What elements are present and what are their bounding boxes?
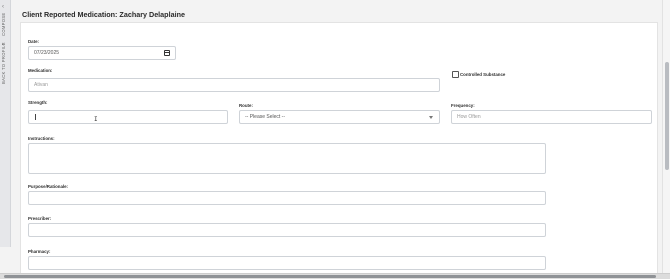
frequency-label: Frequency: [451,103,475,108]
medication-input[interactable]: Ativan [28,78,440,92]
frequency-input[interactable]: How Often [451,110,652,124]
text-caret [35,114,36,120]
frequency-placeholder: How Often [457,114,481,120]
prescriber-input[interactable] [28,223,546,237]
instructions-label: Instructions: [28,136,55,141]
controlled-substance-checkbox[interactable] [452,71,459,78]
vertical-scrollbar-thumb[interactable] [665,62,669,170]
chevron-down-icon [429,116,433,119]
medication-value: Ativan [34,82,48,88]
side-nav-back-to-profile[interactable]: BACK TO PROFILE [1,42,10,84]
purpose-input[interactable] [28,191,546,205]
medication-label: Medication: [28,68,53,73]
medication-form-panel: Date: 07/23/2025 Medication: Ativan Cont… [20,22,658,279]
app-frame: ‹ COMPOSE ‹ BACK TO PROFILE Client Repor… [0,0,670,279]
text-cursor-icon: I [94,116,98,123]
route-select[interactable]: -- Please Select -- [239,110,440,124]
date-label: Date: [28,39,39,44]
vertical-scrollbar[interactable] [662,0,670,279]
side-nav-compose[interactable]: COMPOSE [1,12,10,36]
pharmacy-input[interactable] [28,256,546,270]
controlled-substance-label: Controlled Substance [460,72,506,77]
side-nav: ‹ COMPOSE ‹ BACK TO PROFILE [0,0,11,247]
purpose-label: Purpose/Rationale: [28,184,69,189]
date-input[interactable]: 07/23/2025 [28,46,176,60]
route-selected-value: -- Please Select -- [245,114,286,120]
collapse-chevron-icon[interactable]: ‹ [2,4,4,10]
strength-input[interactable] [28,110,228,124]
route-label: Route: [239,103,253,108]
page-title: Client Reported Medication: Zachary Dela… [22,10,185,19]
strength-label: Strength: [28,100,48,105]
instructions-textarea[interactable] [28,143,546,174]
horizontal-scrollbar-thumb[interactable] [4,275,656,278]
date-value: 07/23/2025 [34,50,60,56]
prescriber-label: Prescriber: [28,216,52,221]
calendar-icon[interactable] [164,50,170,56]
pharmacy-label: Pharmacy: [28,249,51,254]
horizontal-scrollbar[interactable] [0,273,670,279]
